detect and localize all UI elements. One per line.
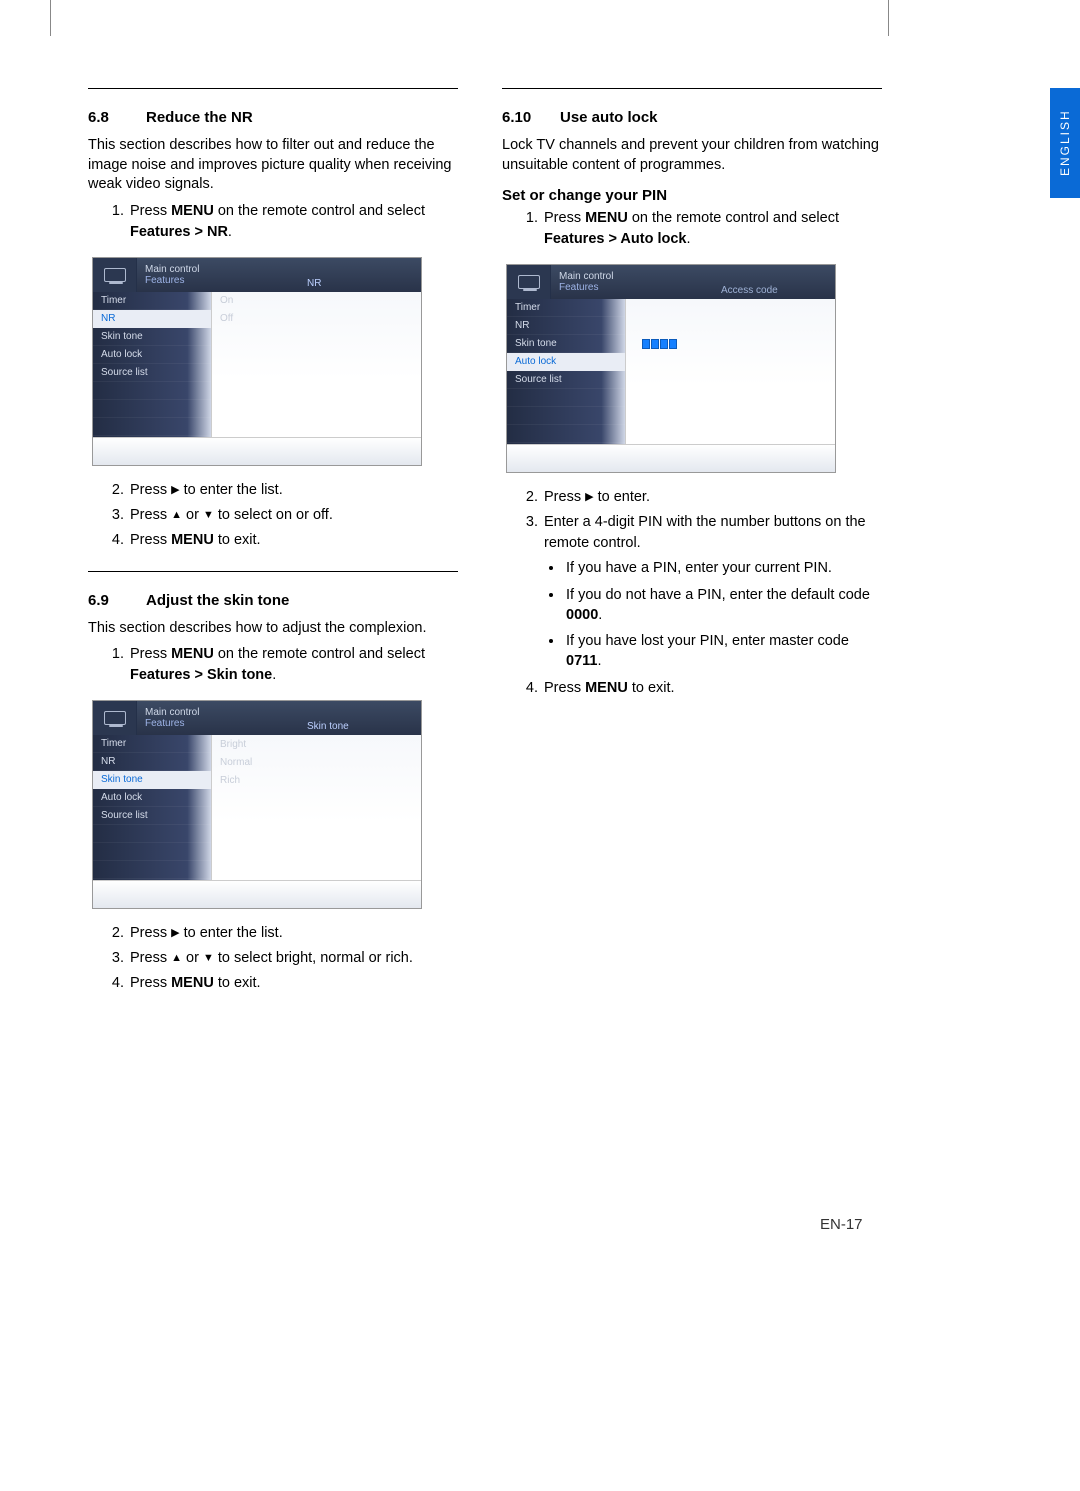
heading-num: 6.9: [88, 592, 124, 609]
step: Press MENU to exit.: [128, 973, 458, 994]
intro-6-10: Lock TV channels and prevent your childr…: [502, 136, 882, 175]
menu-option: On: [212, 292, 421, 310]
heading-title: Adjust the skin tone: [146, 592, 289, 609]
menu-left-list: TimerNRSkin toneAuto lockSource list: [507, 299, 625, 444]
step: Press ▶ to enter the list.: [128, 480, 458, 501]
pin-digit: [642, 339, 650, 349]
menu-subtitle: Features: [559, 282, 715, 293]
crop-mark: [50, 0, 51, 36]
menu-right-panel: BrightNormalRich: [211, 735, 421, 880]
heading-6-8: 6.8 Reduce the NR: [88, 109, 458, 126]
step: Press MENU on the remote control and sel…: [128, 201, 458, 243]
menu-right-title: Skin tone: [301, 701, 421, 735]
menu-footer: [93, 437, 421, 465]
right-arrow-icon: ▶: [171, 926, 179, 942]
up-arrow-icon: ▲: [171, 508, 182, 524]
step: Press MENU to exit.: [128, 530, 458, 551]
language-tab: ENGLISH: [1050, 88, 1080, 198]
heading-title: Reduce the NR: [146, 109, 253, 126]
intro-6-8: This section describes how to filter out…: [88, 136, 458, 195]
menu-item: Skin tone: [93, 328, 211, 346]
step: Press ▶ to enter the list.: [128, 923, 458, 944]
menu-option: Normal: [212, 753, 421, 771]
heading-6-10: 6.10 Use auto lock: [502, 109, 882, 126]
down-arrow-icon: ▼: [203, 951, 214, 967]
menu-item: Source list: [93, 364, 211, 382]
bullet: If you do not have a PIN, enter the defa…: [564, 585, 882, 626]
down-arrow-icon: ▼: [203, 508, 214, 524]
tv-icon: [93, 258, 137, 292]
menu-item: NR: [507, 317, 625, 335]
menu-subtitle: Features: [145, 275, 301, 286]
menu-option: Off: [212, 310, 421, 328]
bullets-pin: If you have a PIN, enter your current PI…: [544, 558, 882, 671]
bullet: If you have a PIN, enter your current PI…: [564, 558, 882, 578]
pin-digit: [651, 339, 659, 349]
step: Press MENU on the remote control and sel…: [128, 644, 458, 686]
menu-item: Auto lock: [93, 789, 211, 807]
menu-item: NR: [93, 753, 211, 771]
right-arrow-icon: ▶: [585, 490, 593, 506]
heading-6-9: 6.9 Adjust the skin tone: [88, 592, 458, 609]
menu-item: Source list: [507, 371, 625, 389]
steps-6-9-cont: Press ▶ to enter the list. Press ▲ or ▼ …: [88, 923, 458, 994]
menu-item: Skin tone: [93, 771, 211, 789]
heading-num: 6.10: [502, 109, 538, 126]
menu-footer: [507, 444, 835, 472]
step: Press MENU on the remote control and sel…: [542, 208, 882, 250]
menu-title: Main control: [145, 707, 301, 718]
steps-6-10: Press MENU on the remote control and sel…: [502, 208, 882, 250]
step: Press ▲ or ▼ to select on or off.: [128, 505, 458, 526]
menu-right-panel: [625, 299, 835, 444]
step: Press ▶ to enter.: [542, 487, 882, 508]
subheading-pin: Set or change your PIN: [502, 187, 882, 204]
tv-icon: [507, 265, 551, 299]
menu-item: Auto lock: [93, 346, 211, 364]
menu-item: Timer: [507, 299, 625, 317]
menu-item: Skin tone: [507, 335, 625, 353]
menu-option: Rich: [212, 771, 421, 789]
rule: [88, 88, 458, 89]
rule: [88, 571, 458, 572]
pin-entry: [626, 335, 835, 353]
heading-title: Use auto lock: [560, 109, 658, 126]
menu-subtitle: Features: [145, 718, 301, 729]
menu-right-title: NR: [301, 258, 421, 292]
bullet: If you have lost your PIN, enter master …: [564, 631, 882, 672]
menu-right-title: Access code: [715, 265, 835, 299]
steps-6-8-cont: Press ▶ to enter the list. Press ▲ or ▼ …: [88, 480, 458, 551]
step: Press ▲ or ▼ to select bright, normal or…: [128, 948, 458, 969]
menu-item: Timer: [93, 735, 211, 753]
menu-item: Source list: [93, 807, 211, 825]
tv-icon: [93, 701, 137, 735]
menu-left-list: TimerNRSkin toneAuto lockSource list: [93, 292, 211, 437]
steps-6-8: Press MENU on the remote control and sel…: [88, 201, 458, 243]
menu-item: Timer: [93, 292, 211, 310]
menu-footer: [93, 880, 421, 908]
menu-screenshot-skintone: Main control Features Skin tone TimerNRS…: [92, 700, 422, 909]
menu-option: Bright: [212, 735, 421, 753]
menu-title: Main control: [145, 264, 301, 275]
menu-item: Auto lock: [507, 353, 625, 371]
menu-title: Main control: [559, 271, 715, 282]
steps-6-9: Press MENU on the remote control and sel…: [88, 644, 458, 686]
menu-screenshot-autolock: Main control Features Access code TimerN…: [506, 264, 836, 473]
intro-6-9: This section describes how to adjust the…: [88, 619, 458, 639]
menu-screenshot-nr: Main control Features NR TimerNRSkin ton…: [92, 257, 422, 466]
steps-6-10-cont: Press ▶ to enter. Enter a 4-digit PIN wi…: [502, 487, 882, 699]
up-arrow-icon: ▲: [171, 951, 182, 967]
right-arrow-icon: ▶: [171, 483, 179, 499]
menu-right-panel: OnOff: [211, 292, 421, 437]
heading-num: 6.8: [88, 109, 124, 126]
pin-digit: [660, 339, 668, 349]
menu-left-list: TimerNRSkin toneAuto lockSource list: [93, 735, 211, 880]
page-number: EN-17: [820, 1216, 863, 1233]
pin-digit: [669, 339, 677, 349]
menu-item: NR: [93, 310, 211, 328]
rule: [502, 88, 882, 89]
step: Press MENU to exit.: [542, 678, 882, 699]
step: Enter a 4-digit PIN with the number butt…: [542, 512, 882, 672]
